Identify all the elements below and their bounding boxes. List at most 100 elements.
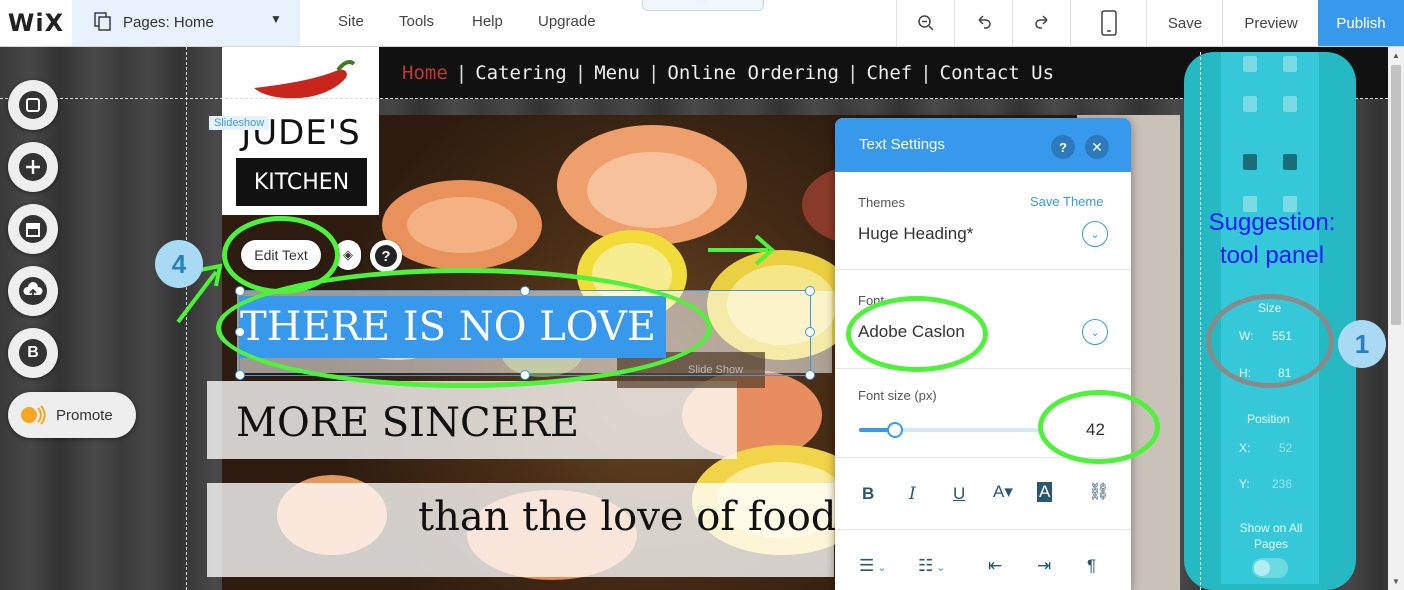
annotation-arrow-right bbox=[708, 234, 776, 266]
undo-button[interactable] bbox=[954, 0, 1013, 46]
site-nav: Home | Catering | Menu | Online Ordering | Chef |… bbox=[402, 62, 1055, 84]
add-section-button[interactable] bbox=[8, 80, 58, 130]
chevron-down-icon: ▼ bbox=[270, 12, 282, 26]
square-icon bbox=[19, 91, 47, 119]
nav-online-ordering[interactable]: Online Ordering bbox=[667, 62, 839, 84]
suggestion-annotation: Suggestion: tool panel bbox=[1208, 209, 1336, 269]
help-button[interactable]: ? bbox=[370, 240, 402, 272]
annotation-badge-1: 1 bbox=[1338, 320, 1386, 368]
redo-button[interactable] bbox=[1012, 0, 1071, 46]
chevron-down-icon: ⌄ bbox=[1090, 326, 1100, 339]
divider bbox=[835, 368, 1131, 369]
annotation-oval-size bbox=[1206, 294, 1334, 388]
paragraph-icon: ¶ bbox=[1087, 556, 1097, 575]
top-bar: WiX Pages: Home ▼ Site Tools Help Upgrad… bbox=[0, 0, 1404, 47]
heading-text-2[interactable]: MORE SINCERE bbox=[236, 400, 579, 446]
cloud-upload-icon bbox=[19, 277, 47, 305]
resize-handle[interactable] bbox=[805, 327, 815, 337]
scrollbar-thumb[interactable] bbox=[1391, 65, 1401, 325]
pages-label: Pages: Home bbox=[123, 14, 214, 31]
menu-help[interactable]: Help bbox=[472, 13, 503, 30]
paste-icon[interactable] bbox=[1283, 56, 1297, 72]
scroll-down-icon[interactable]: ▼ bbox=[1392, 577, 1400, 586]
font-size-slider-handle[interactable] bbox=[887, 422, 903, 438]
resize-handle[interactable] bbox=[235, 286, 245, 296]
app-market-button[interactable] bbox=[8, 204, 58, 254]
highlight-color-button[interactable]: A bbox=[1037, 482, 1053, 502]
save-theme-link[interactable]: Save Theme bbox=[1030, 194, 1103, 209]
nav-menu[interactable]: Menu bbox=[594, 62, 640, 84]
media-upload-button[interactable] bbox=[8, 266, 58, 316]
menu-site[interactable]: Site bbox=[338, 13, 364, 30]
preview-button[interactable]: Preview bbox=[1222, 0, 1319, 46]
store-icon bbox=[19, 215, 47, 243]
mobile-icon bbox=[1101, 10, 1117, 36]
theme-value[interactable]: Huge Heading* bbox=[858, 224, 973, 244]
align-left-icon: ☰ bbox=[859, 556, 875, 575]
text-settings-header: Text Settings ? ✕ bbox=[835, 118, 1131, 172]
themes-label: Themes bbox=[858, 195, 905, 210]
color-drop-icon: ▾ bbox=[1004, 482, 1013, 501]
align-icon[interactable] bbox=[1283, 154, 1297, 170]
theme-dropdown-chevron[interactable]: ⌄ bbox=[1082, 221, 1108, 247]
nav-contact-us[interactable]: Contact Us bbox=[940, 62, 1054, 84]
nav-catering[interactable]: Catering bbox=[475, 62, 567, 84]
add-element-button[interactable] bbox=[8, 142, 58, 192]
x-label: X: bbox=[1239, 441, 1251, 455]
position-label: Position bbox=[1247, 412, 1290, 426]
text-direction-button[interactable]: ¶ bbox=[1087, 556, 1096, 576]
text-color-button[interactable]: A▾ bbox=[993, 482, 1013, 502]
canvas-scrollbar[interactable]: ▲ ▼ bbox=[1388, 47, 1404, 590]
guide-right bbox=[1200, 52, 1201, 590]
resize-handle[interactable] bbox=[805, 286, 815, 296]
panel-help-button[interactable]: ? bbox=[1051, 135, 1075, 159]
divider bbox=[835, 529, 1131, 530]
collapse-tab[interactable]: ⌃ bbox=[642, 0, 764, 11]
nav-home[interactable]: Home bbox=[402, 62, 448, 84]
nav-chef[interactable]: Chef bbox=[866, 62, 912, 84]
menu-upgrade[interactable]: Upgrade bbox=[538, 13, 596, 30]
trash-icon[interactable] bbox=[1283, 96, 1297, 112]
publish-button[interactable]: Publish bbox=[1318, 0, 1404, 46]
show-all-pages-label: Show on All Pages bbox=[1239, 521, 1303, 551]
font-dropdown-chevron[interactable]: ⌄ bbox=[1082, 319, 1108, 345]
show-all-pages-toggle[interactable] bbox=[1252, 558, 1288, 578]
logo-kitchen: KITCHEN bbox=[236, 158, 367, 206]
scroll-up-icon[interactable]: ▲ bbox=[1392, 51, 1400, 60]
x-value[interactable]: 52 bbox=[1279, 441, 1292, 455]
underline-button[interactable]: U bbox=[953, 484, 965, 504]
help-icon: ? bbox=[375, 245, 397, 267]
y-value[interactable]: 236 bbox=[1272, 477, 1292, 491]
wix-logo[interactable]: WiX bbox=[0, 0, 72, 46]
link-button[interactable]: ⛓ bbox=[1088, 482, 1110, 502]
mobile-view-button[interactable] bbox=[1070, 0, 1147, 46]
outdent-icon: ⇤ bbox=[988, 556, 1003, 575]
italic-button[interactable]: I bbox=[909, 484, 916, 504]
divider bbox=[835, 269, 1131, 270]
animation-icon: ◈ bbox=[343, 247, 353, 262]
bullet-list-icon: ☷ bbox=[918, 556, 934, 575]
pages-dropdown[interactable]: Pages: Home ▼ bbox=[72, 0, 300, 46]
duplicate-icon[interactable] bbox=[1243, 96, 1257, 112]
annotation-oval-font-size bbox=[1038, 390, 1160, 464]
save-button[interactable]: Save bbox=[1146, 0, 1223, 46]
panel-close-button[interactable]: ✕ bbox=[1085, 135, 1109, 159]
promote-button[interactable]: Promote bbox=[8, 392, 136, 438]
indent-button[interactable]: ⇥ bbox=[1037, 556, 1051, 576]
resize-handle[interactable] bbox=[235, 370, 245, 380]
zoom-out-button[interactable] bbox=[896, 0, 955, 46]
arrange-icon[interactable] bbox=[1243, 154, 1257, 170]
outdent-button[interactable]: ⇤ bbox=[988, 556, 1002, 576]
list-dropdown[interactable]: ☷ ⌄ bbox=[918, 556, 946, 576]
bold-button[interactable]: B bbox=[862, 484, 874, 504]
zoom-icon bbox=[918, 15, 934, 31]
copy-icon[interactable] bbox=[1243, 56, 1257, 72]
panel-title: Text Settings bbox=[859, 136, 945, 153]
indent-icon: ⇥ bbox=[1037, 556, 1052, 575]
blog-button[interactable]: B bbox=[8, 328, 58, 378]
resize-handle[interactable] bbox=[805, 370, 815, 380]
align-dropdown[interactable]: ☰ ⌄ bbox=[859, 556, 887, 576]
heading-text-3[interactable]: than the love of food. bbox=[418, 494, 849, 540]
menu-tools[interactable]: Tools bbox=[399, 13, 434, 30]
annotation-oval-heading bbox=[216, 268, 712, 388]
